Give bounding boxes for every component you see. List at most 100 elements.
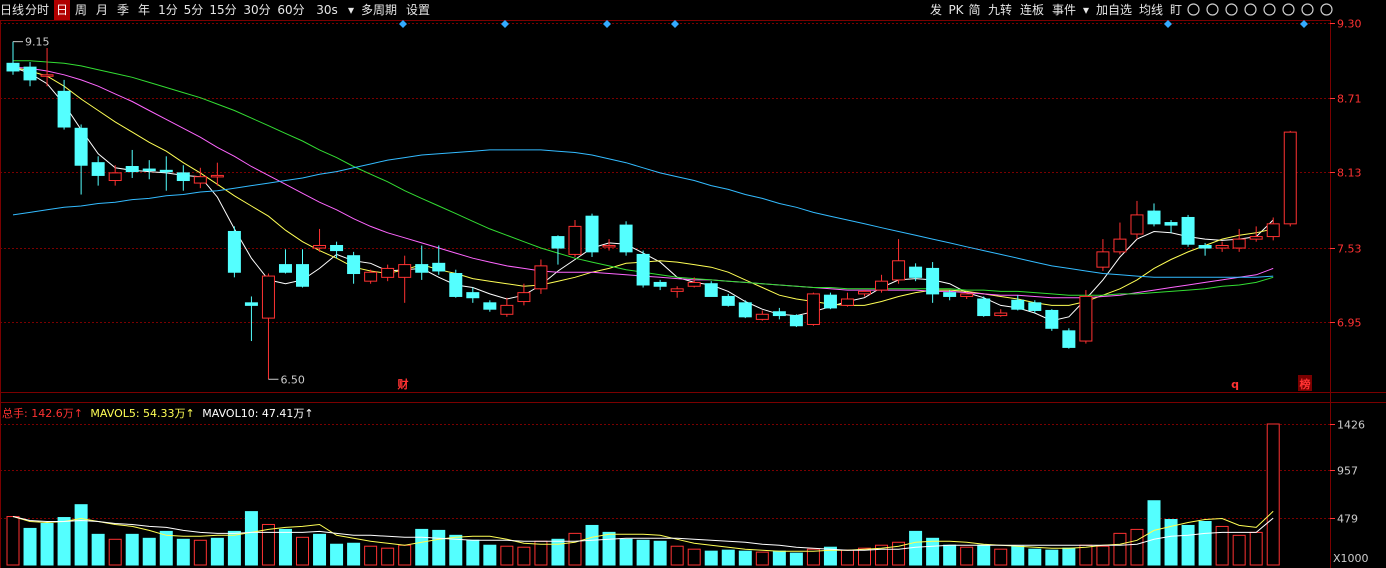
candle-body xyxy=(1283,131,1297,225)
volume-tick-label: 479 xyxy=(1337,513,1358,526)
candle-body xyxy=(466,292,480,299)
candle-body xyxy=(1079,295,1093,342)
volume-bar xyxy=(57,517,71,566)
low-price-label: 6.50 xyxy=(280,373,305,386)
candle-body xyxy=(585,215,599,253)
candle-body xyxy=(398,264,412,278)
volume-bar xyxy=(40,522,54,566)
event-marker[interactable]: 财 xyxy=(397,377,409,391)
volume-bar xyxy=(1232,534,1246,566)
volume-bar xyxy=(1062,547,1076,566)
volume-bar xyxy=(517,546,531,566)
volume-legend-mavol10: MAVOL10: 47.41万↑ xyxy=(202,407,314,420)
candle-body xyxy=(721,295,735,306)
volume-bar xyxy=(1130,528,1144,566)
volume-bar xyxy=(636,539,650,566)
candle-body xyxy=(636,253,650,286)
volume-bar xyxy=(1079,544,1093,566)
volume-bar xyxy=(585,524,599,566)
candle-body xyxy=(1130,214,1144,235)
candle-body xyxy=(210,174,224,178)
candle-body xyxy=(994,312,1008,317)
volume-bar xyxy=(364,545,378,566)
volume-bar xyxy=(704,550,718,566)
candle-body xyxy=(347,255,361,275)
volume-bar xyxy=(840,549,854,566)
high-price-label: 9.15 xyxy=(25,36,50,49)
volume-bar xyxy=(278,528,292,566)
volume-bar xyxy=(432,529,446,566)
volume-bar xyxy=(1181,524,1195,566)
candle-body xyxy=(926,267,940,295)
candle-body xyxy=(619,224,633,253)
candle-body xyxy=(892,260,906,281)
candle-body xyxy=(176,172,190,182)
event-marker[interactable]: q xyxy=(1231,378,1239,391)
volume-tick-label: 957 xyxy=(1337,465,1358,478)
volume-bar xyxy=(296,536,310,566)
event-diamond-icon xyxy=(1300,20,1308,28)
candle-body xyxy=(789,315,803,327)
candle-body xyxy=(91,162,105,176)
candle-body xyxy=(602,244,616,248)
candle-body xyxy=(670,288,684,292)
volume-bar xyxy=(858,547,871,566)
volume-bar xyxy=(721,549,735,566)
volume-bar xyxy=(994,548,1008,566)
candle-body xyxy=(40,74,54,77)
volume-bar xyxy=(1249,531,1263,566)
volume-bar xyxy=(142,537,156,566)
volume-bar xyxy=(398,544,412,566)
candle-body xyxy=(159,169,173,173)
candle-body xyxy=(1266,223,1280,238)
volume-bar xyxy=(619,538,633,566)
candle-body xyxy=(364,271,378,282)
candle-body xyxy=(1215,244,1229,249)
candle-body xyxy=(823,294,837,309)
candle-body xyxy=(1232,238,1246,249)
volume-bar xyxy=(91,533,105,566)
candle-body xyxy=(415,264,429,273)
price-tick-label: 8.71 xyxy=(1337,93,1362,106)
volume-legend-mavol5: MAVOL5: 54.33万↑ xyxy=(90,407,195,420)
candle-body xyxy=(1198,244,1212,249)
candle-body xyxy=(57,90,71,128)
candle-body xyxy=(142,168,156,172)
volume-bar xyxy=(1011,545,1025,566)
event-diamond-icon xyxy=(501,20,509,28)
candle-body xyxy=(517,292,531,303)
candle-body xyxy=(1028,302,1042,311)
candle-body xyxy=(74,127,88,166)
candle-body xyxy=(23,66,37,81)
candle-body xyxy=(1181,216,1195,245)
candle-body xyxy=(960,293,974,297)
candle-body xyxy=(1062,330,1076,348)
volume-bar xyxy=(159,530,173,566)
price-tick-label: 7.53 xyxy=(1337,243,1362,256)
volume-bar xyxy=(108,538,122,566)
stock-chart: 9.30 8.71 8.13 7.53 6.95 9.15 6.50 财 q 榜 1426 957 47… xyxy=(0,18,1386,568)
candle-body xyxy=(244,302,258,306)
volume-bar xyxy=(960,546,974,566)
candle-body xyxy=(261,275,275,319)
price-tick-label: 9.30 xyxy=(1337,18,1362,31)
volume-bar xyxy=(330,543,344,566)
candle-body xyxy=(483,302,497,310)
candle-body xyxy=(755,313,769,320)
volume-legend-total: 总手: 142.6万↑ xyxy=(2,407,83,420)
volume-bar xyxy=(210,537,224,566)
volume-bar xyxy=(347,542,361,566)
volume-bar xyxy=(687,548,701,566)
candle-body xyxy=(6,62,20,72)
candle-body xyxy=(1147,210,1161,225)
candle-body xyxy=(875,280,889,291)
event-marker[interactable]: 榜 xyxy=(1300,377,1311,391)
volume-tick-label: 1426 xyxy=(1337,419,1365,432)
candle-body xyxy=(432,262,446,272)
candle-body xyxy=(858,290,871,295)
candle-body xyxy=(943,292,957,297)
volume-bar xyxy=(1096,545,1110,566)
candle-body xyxy=(1096,251,1110,268)
price-tick-label: 6.95 xyxy=(1337,317,1362,330)
volume-bar xyxy=(500,545,514,566)
